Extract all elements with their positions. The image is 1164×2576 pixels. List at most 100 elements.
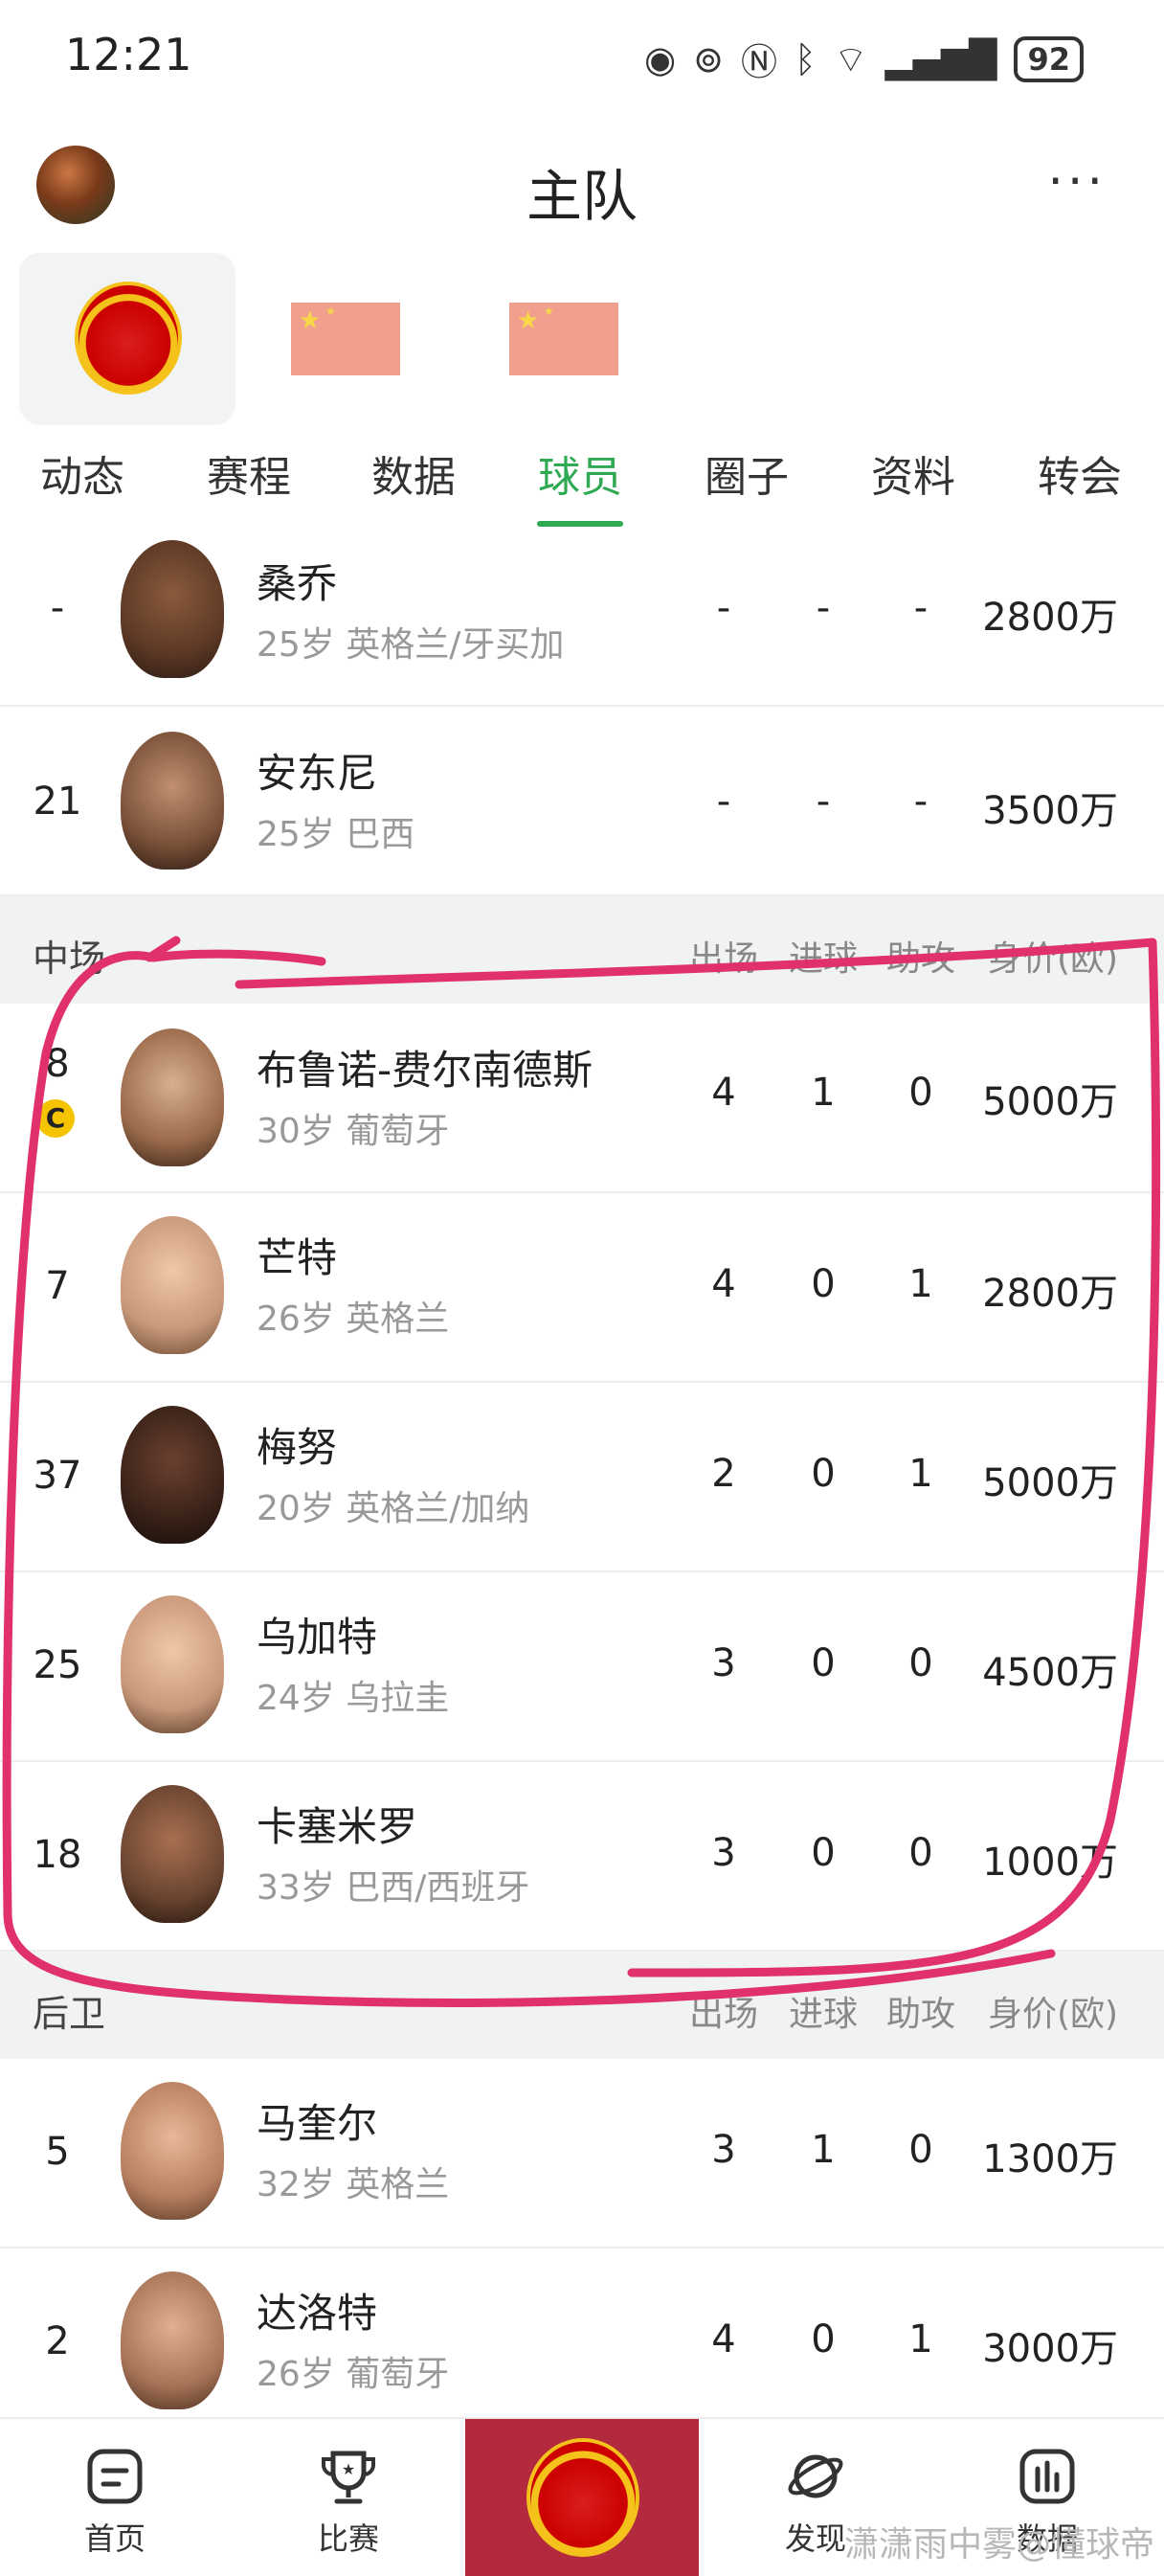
player-number: 18 <box>33 1833 82 1877</box>
tab-data[interactable]: 数据 <box>371 442 456 504</box>
player-info: 26岁 葡萄牙 <box>257 2355 450 2394</box>
player-number: 7 <box>45 1264 70 1308</box>
stat-goals: 0 <box>811 2317 836 2361</box>
nav-label: 首页 <box>83 2520 146 2557</box>
player-row[interactable]: - 桑乔 25岁 英格兰/牙买加 - - - 2800万 <box>0 529 1164 707</box>
svg-text:★: ★ <box>342 2460 355 2478</box>
active-tab-indicator <box>537 521 623 527</box>
player-value: 3500万 <box>982 789 1118 833</box>
player-value: 2800万 <box>982 1272 1118 1316</box>
watermark: 潇潇雨中雾@懂球帝 <box>843 2525 1154 2565</box>
player-value: 4500万 <box>982 1651 1118 1695</box>
player-row[interactable]: 5 马奎尔 32岁 英格兰 3 1 0 1300万 <box>0 2059 1164 2248</box>
nav-label: 比赛 <box>317 2520 379 2557</box>
player-number: 2 <box>45 2319 70 2363</box>
stat-goals: - <box>816 780 831 824</box>
column-value: 身价(欧) <box>987 939 1119 979</box>
player-name: 梅努 <box>257 1424 338 1471</box>
player-row[interactable]: 8 C 布鲁诺-费尔南德斯 30岁 葡萄牙 4 1 0 5000万 <box>0 1004 1164 1193</box>
nav-team-home[interactable] <box>465 2419 699 2576</box>
tab-profile[interactable]: 资料 <box>871 442 955 504</box>
player-value: 1300万 <box>982 2137 1118 2181</box>
player-info: 33岁 巴西/西班牙 <box>257 1868 530 1908</box>
section-title: 后卫 <box>33 1993 106 2035</box>
stat-apps: 3 <box>711 2128 736 2172</box>
player-value: 5000万 <box>982 1080 1118 1124</box>
player-photo <box>121 1216 224 1354</box>
player-photo <box>121 1595 224 1733</box>
tab-transfer[interactable]: 转会 <box>1038 442 1122 504</box>
player-name: 卡塞米罗 <box>257 1803 418 1850</box>
team-card-manutd[interactable] <box>19 253 235 425</box>
section-header-midfield: 中场 出场 进球 助攻 身价(欧) <box>0 896 1164 1004</box>
player-photo <box>121 2082 224 2220</box>
player-row[interactable]: 25 乌加特 24岁 乌拉圭 3 0 0 4500万 <box>0 1572 1164 1762</box>
signal-icon: ▂▄▆█ <box>884 37 997 80</box>
trophy-icon: ★ <box>318 2446 379 2507</box>
tab-players[interactable]: 球员 <box>538 442 622 504</box>
status-icons: ◉ ⊚ Ⓝ ᛒ ⌔ ▂▄▆█ 92 <box>644 33 1084 85</box>
player-name: 达洛特 <box>257 2290 378 2337</box>
captain-badge: C <box>36 1099 75 1138</box>
column-apps: 出场 <box>688 939 759 979</box>
stat-apps: - <box>716 586 731 630</box>
battery-icon: 92 <box>1014 35 1084 82</box>
player-name: 乌加特 <box>257 1614 378 1661</box>
player-info: 32岁 英格兰 <box>257 2165 450 2204</box>
section-header-defense: 后卫 出场 进球 助攻 身价(欧) <box>0 1952 1164 2059</box>
nav-matches[interactable]: ★ 比赛 <box>272 2419 425 2559</box>
tab-circle[interactable]: 圈子 <box>705 442 789 504</box>
nfc-icon: Ⓝ <box>741 41 778 83</box>
stat-apps: 4 <box>711 1262 736 1306</box>
player-value: 2800万 <box>982 596 1118 640</box>
header: 主队 ··· <box>0 134 1164 239</box>
player-photo <box>121 1406 224 1544</box>
nav-home[interactable]: 首页 <box>38 2419 191 2559</box>
player-row[interactable]: 18 卡塞米罗 33岁 巴西/西班牙 3 0 0 1000万 <box>0 1762 1164 1952</box>
stat-goals: - <box>816 586 831 630</box>
player-row[interactable]: 21 安东尼 25岁 巴西 - - - 3500万 <box>0 707 1164 896</box>
page-title: 主队 <box>526 164 638 229</box>
player-number: - <box>50 586 65 630</box>
stat-assists: 1 <box>908 2317 933 2361</box>
player-photo <box>121 2271 224 2409</box>
stat-apps: 3 <box>711 1831 736 1875</box>
more-icon[interactable]: ··· <box>1047 153 1107 211</box>
bar-chart-icon <box>1017 2446 1078 2507</box>
club-crest-icon <box>75 282 182 395</box>
stat-assists: 1 <box>908 1262 933 1306</box>
tab-schedule[interactable]: 赛程 <box>207 442 291 504</box>
china-flag-icon[interactable]: ★ ★ <box>509 303 618 375</box>
player-info: 20岁 英格兰/加纳 <box>257 1489 530 1528</box>
player-value: 5000万 <box>982 1461 1118 1505</box>
stat-apps: 4 <box>711 1071 736 1115</box>
player-row[interactable]: 37 梅努 20岁 英格兰/加纳 2 0 1 5000万 <box>0 1383 1164 1572</box>
player-number: 5 <box>45 2130 70 2174</box>
player-name: 马奎尔 <box>257 2100 378 2147</box>
player-number: 25 <box>33 1643 82 1687</box>
player-row[interactable]: 7 芒特 26岁 英格兰 4 0 1 2800万 <box>0 1193 1164 1383</box>
stat-goals: 1 <box>811 2128 836 2172</box>
player-photo <box>121 540 224 678</box>
team-selector: ★ ★ ★ ★ <box>0 253 1164 425</box>
stat-apps: 4 <box>711 2317 736 2361</box>
player-number: 8 <box>45 1042 70 1086</box>
player-name: 芒特 <box>257 1234 338 1281</box>
tab-news[interactable]: 动态 <box>40 442 124 504</box>
hotspot-icon: ⊚ <box>693 37 724 80</box>
stat-apps: - <box>716 780 731 824</box>
status-time: 12:21 <box>65 29 192 80</box>
player-row[interactable]: 2 达洛特 26岁 葡萄牙 4 0 1 3000万 <box>0 2248 1164 2436</box>
china-flag-icon[interactable]: ★ ★ <box>291 303 400 375</box>
stat-assists: 1 <box>908 1452 933 1496</box>
stat-assists: 0 <box>908 1641 933 1685</box>
player-photo <box>121 1028 224 1166</box>
player-name: 布鲁诺-费尔南德斯 <box>257 1047 593 1094</box>
club-crest-icon <box>526 2438 639 2557</box>
column-goals: 进球 <box>788 1995 859 2034</box>
player-value: 3000万 <box>982 2327 1118 2371</box>
tab-bar: 动态 赛程 数据 球员 圈子 资料 转会 <box>0 442 1164 527</box>
player-number: 21 <box>33 780 82 824</box>
column-goals: 进球 <box>788 939 859 979</box>
player-name: 安东尼 <box>257 750 378 797</box>
